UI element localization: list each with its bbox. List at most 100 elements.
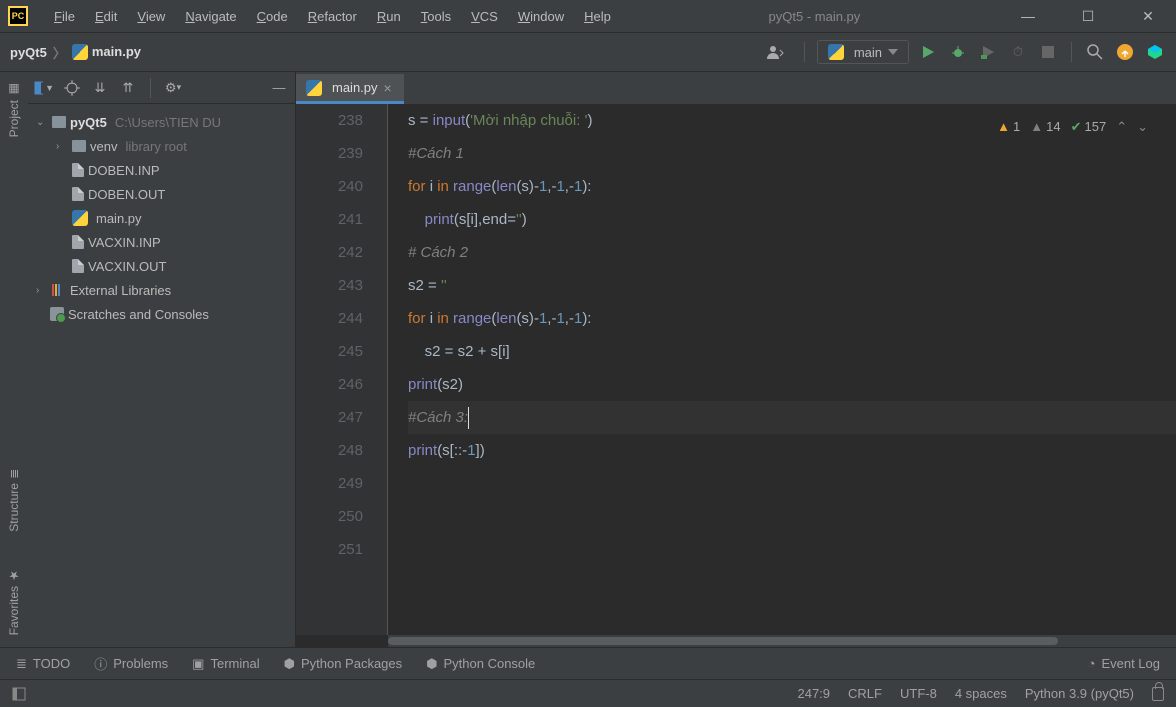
status-left[interactable] — [12, 687, 26, 701]
gutter-line[interactable]: 239 — [296, 137, 363, 170]
code-line[interactable]: print(s[::-1]) — [408, 434, 1176, 467]
lock-icon[interactable] — [1152, 687, 1164, 701]
chevron-down-icon[interactable]: ⌄ — [36, 117, 48, 128]
menu-refactor[interactable]: Refactor — [298, 5, 367, 28]
project-tree[interactable]: ⌄ pyQt5 C:\Users\TIEN DU › venv library … — [28, 104, 295, 647]
event-log-button[interactable]: ◔Event Log — [1088, 656, 1160, 671]
project-tool-button[interactable]: Project ▦ — [7, 82, 21, 137]
code-line[interactable]: s2 = '' — [408, 269, 1176, 302]
indent[interactable]: 4 spaces — [955, 686, 1007, 701]
close-button[interactable]: ✕ — [1128, 6, 1168, 26]
gutter-line[interactable]: 238 — [296, 104, 363, 137]
menu-navigate[interactable]: Navigate — [175, 5, 246, 28]
gutter-line[interactable]: 244 — [296, 302, 363, 335]
locate-icon[interactable] — [62, 78, 82, 98]
gutter-line[interactable]: 248 — [296, 434, 363, 467]
update-icon[interactable] — [1114, 41, 1136, 63]
caret-position[interactable]: 247:9 — [797, 686, 830, 701]
expand-all-icon[interactable]: ⇊ — [90, 78, 110, 98]
gutter-line[interactable]: 249 — [296, 467, 363, 500]
coverage-button[interactable] — [977, 41, 999, 63]
chevron-right-icon[interactable]: › — [36, 285, 48, 296]
tree-external-libs[interactable]: › External Libraries — [28, 278, 295, 302]
menu-vcs[interactable]: VCS — [461, 5, 508, 28]
scrollbar-thumb[interactable] — [388, 637, 1058, 645]
maximize-button[interactable]: ☐ — [1068, 6, 1108, 26]
error-count[interactable]: ▲1 — [997, 110, 1020, 143]
gutter-line[interactable]: 245 — [296, 335, 363, 368]
tree-file[interactable]: VACXIN.INP — [28, 230, 295, 254]
user-icon[interactable] — [758, 40, 792, 64]
gutter-line[interactable]: 241 — [296, 203, 363, 236]
breadcrumb-project[interactable]: pyQt5 — [10, 45, 47, 60]
python-console-button[interactable]: ⬢Python Console — [426, 656, 535, 672]
tree-file[interactable]: DOBEN.OUT — [28, 182, 295, 206]
encoding[interactable]: UTF-8 — [900, 686, 937, 701]
inspection-widget[interactable]: ▲1 ▲14 ✔157 ⌃ ⌄ — [997, 110, 1148, 143]
problems-button[interactable]: ⓘProblems — [94, 654, 168, 673]
interpreter[interactable]: Python 3.9 (pyQt5) — [1025, 686, 1134, 701]
gutter[interactable]: 2382392402412422432442452462472482492502… — [296, 104, 388, 635]
close-icon[interactable]: × — [384, 80, 392, 96]
code-line[interactable]: print(s2) — [408, 368, 1176, 401]
gutter-line[interactable]: 250 — [296, 500, 363, 533]
code-line[interactable]: for i in range(len(s)-1,-1,-1): — [408, 302, 1176, 335]
editor-tab[interactable]: main.py × — [296, 74, 404, 104]
gutter-line[interactable]: 240 — [296, 170, 363, 203]
gutter-line[interactable]: 243 — [296, 269, 363, 302]
todo-button[interactable]: ≣TODO — [16, 656, 70, 672]
chevron-up-icon[interactable]: ⌃ — [1116, 110, 1127, 143]
code-area[interactable]: ▲1 ▲14 ✔157 ⌃ ⌄ s = input('Mời nhập chuỗ… — [388, 104, 1176, 635]
structure-tool-button[interactable]: Structure ≣ — [7, 469, 21, 532]
minimize-button[interactable]: — — [1008, 6, 1048, 26]
terminal-button[interactable]: ▣Terminal — [192, 656, 259, 672]
horizontal-scrollbar[interactable] — [388, 635, 1176, 647]
code-line[interactable]: #Cách 3: — [408, 401, 1176, 434]
editor[interactable]: 2382392402412422432442452462472482492502… — [296, 104, 1176, 635]
search-icon[interactable] — [1084, 41, 1106, 63]
weak-count[interactable]: ✔157 — [1071, 110, 1107, 143]
code-line[interactable]: print(s[i],end='') — [408, 203, 1176, 236]
gutter-line[interactable]: 251 — [296, 533, 363, 566]
tree-file[interactable]: main.py — [28, 206, 295, 230]
view-mode-selector[interactable]: ▼ — [34, 78, 54, 98]
breadcrumb-file[interactable]: main.py — [72, 44, 141, 61]
warning-count[interactable]: ▲14 — [1030, 110, 1060, 143]
tree-folder-venv[interactable]: › venv library root — [28, 134, 295, 158]
gutter-line[interactable]: 242 — [296, 236, 363, 269]
profile-button[interactable]: ⏱ — [1007, 41, 1029, 63]
menu-help[interactable]: Help — [574, 5, 621, 28]
python-packages-button[interactable]: ⬢Python Packages — [284, 656, 403, 672]
settings-icon[interactable]: ⚙▾ — [163, 78, 183, 98]
code-line[interactable]: for i in range(len(s)-1,-1,-1): — [408, 170, 1176, 203]
menu-view[interactable]: View — [127, 5, 175, 28]
code-line[interactable]: # Cách 2 — [408, 236, 1176, 269]
hide-panel-icon[interactable]: — — [269, 78, 289, 98]
collapse-all-icon[interactable]: ⇈ — [118, 78, 138, 98]
line-separator[interactable]: CRLF — [848, 686, 882, 701]
menu-file[interactable]: File — [44, 5, 85, 28]
favorites-tool-button[interactable]: Favorites ★ — [7, 568, 21, 635]
run-button[interactable] — [917, 41, 939, 63]
menu-code[interactable]: Code — [247, 5, 298, 28]
code-line[interactable] — [408, 500, 1176, 533]
tree-file[interactable]: VACXIN.OUT — [28, 254, 295, 278]
chevron-down-icon[interactable]: ⌄ — [1137, 110, 1148, 143]
menu-edit[interactable]: Edit — [85, 5, 127, 28]
code-line[interactable] — [408, 533, 1176, 566]
stop-button[interactable] — [1037, 41, 1059, 63]
tree-scratches[interactable]: Scratches and Consoles — [28, 302, 295, 326]
run-config-selector[interactable]: main — [817, 40, 909, 64]
menu-run[interactable]: Run — [367, 5, 411, 28]
menu-window[interactable]: Window — [508, 5, 574, 28]
debug-button[interactable] — [947, 41, 969, 63]
code-line[interactable] — [408, 467, 1176, 500]
ide-services-icon[interactable] — [1144, 41, 1166, 63]
menu-tools[interactable]: Tools — [411, 5, 461, 28]
gutter-line[interactable]: 247 — [296, 401, 363, 434]
tree-file[interactable]: DOBEN.INP — [28, 158, 295, 182]
gutter-line[interactable]: 246 — [296, 368, 363, 401]
code-line[interactable]: s2 = s2 + s[i] — [408, 335, 1176, 368]
tree-root[interactable]: ⌄ pyQt5 C:\Users\TIEN DU — [28, 110, 295, 134]
chevron-right-icon[interactable]: › — [56, 141, 68, 152]
